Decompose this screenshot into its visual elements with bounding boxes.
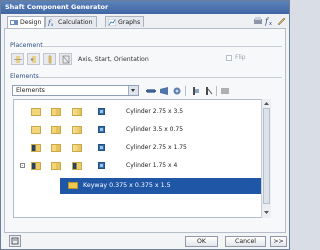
fillet-feature-icon [72, 144, 82, 152]
chamfer-feature-icon [31, 108, 41, 116]
tree-row[interactable]: Cylinder 3.5 x 0.75 [14, 124, 262, 138]
axis-button[interactable] [11, 53, 24, 65]
pencil-icon[interactable] [277, 16, 287, 26]
tab-calculation-label: Calculation [58, 19, 93, 26]
cylinder-icon [51, 126, 61, 134]
ok-button[interactable]: OK [185, 236, 218, 247]
groove-feature-icon [72, 162, 82, 170]
tree-row[interactable]: - Cylinder 1.75 x 4 [14, 160, 262, 174]
start-button[interactable] [27, 53, 40, 65]
svg-text:x: x [269, 21, 272, 26]
keyway-icon [68, 182, 78, 189]
elements-dropdown[interactable]: Elements [12, 85, 139, 96]
shaft-settings-icon[interactable] [253, 16, 263, 26]
fillet-feature-icon [72, 126, 82, 134]
toolbar-separator [185, 86, 186, 96]
sketch-button[interactable] [59, 53, 72, 65]
orientation-icon [48, 55, 52, 64]
tree-row-label: Cylinder 2.75 x 3.5 [126, 108, 184, 115]
flip-checkbox[interactable] [226, 55, 232, 61]
retaining-ring-icon [31, 144, 41, 152]
orientation-button[interactable] [43, 53, 56, 65]
flip-label: Flip [235, 54, 246, 61]
tab-design-label: Design [20, 19, 42, 26]
chevron-down-icon [128, 86, 138, 95]
cylinder-icon [51, 162, 61, 170]
elements-header: Elements [10, 73, 39, 80]
graphs-icon [108, 19, 116, 26]
section-icon [98, 162, 105, 169]
selected-row-label: Keyway 0.375 x 0.375 x 1.5 [83, 182, 171, 189]
insert-cone-icon[interactable] [159, 86, 169, 96]
tab-graphs-label: Graphs [118, 19, 141, 26]
window-title: Shaft Component Generator [1, 1, 289, 14]
cancel-button[interactable]: Cancel [225, 236, 266, 247]
elements-divider [39, 77, 282, 78]
insert-feature-icon[interactable] [172, 86, 182, 96]
toolbar-separator [216, 86, 217, 96]
sketch-icon [62, 55, 70, 64]
tree-row-label: Cylinder 2.75 x 1.75 [126, 144, 187, 151]
tree-row-selected[interactable]: Keyway 0.375 x 0.375 x 1.5 × [60, 178, 270, 194]
right-bore-icon[interactable] [203, 86, 213, 96]
help-icon [11, 237, 19, 245]
elements-dropdown-value: Elements [16, 87, 45, 94]
chamfer-feature-icon [31, 126, 41, 134]
placement-header: Placement [10, 42, 43, 49]
svg-text:x: x [51, 22, 54, 26]
more-button[interactable]: >> [270, 236, 287, 247]
section-icon [98, 126, 105, 133]
collapse-icon[interactable]: - [20, 163, 25, 168]
start-icon [30, 56, 36, 63]
retaining-ring-icon [31, 162, 41, 170]
tab-design[interactable]: Design [7, 16, 46, 28]
tree-row-label: Cylinder 1.75 x 4 [126, 162, 178, 169]
cylinder-icon [51, 108, 61, 116]
elements-tree: Cylinder 2.75 x 3.5 Cylinder 3.5 x 0.75 … [13, 99, 271, 218]
tab-calculation[interactable]: f x Calculation [45, 16, 97, 27]
insert-cylinder-icon[interactable] [146, 86, 156, 96]
left-bore-icon[interactable] [190, 86, 200, 96]
scroll-thumb[interactable] [263, 108, 270, 204]
parameters-icon[interactable]: f x [265, 16, 275, 26]
section-icon [98, 144, 105, 151]
tree-row[interactable]: Cylinder 2.75 x 1.75 [14, 142, 262, 156]
tree-row[interactable]: Cylinder 2.75 x 3.5 [14, 106, 262, 120]
tab-graphs[interactable]: Graphs [105, 16, 145, 27]
scroll-down-icon[interactable] [263, 209, 270, 216]
cylinder-icon [51, 144, 61, 152]
tree-scrollbar[interactable] [261, 99, 271, 218]
axis-icon [14, 56, 22, 63]
placement-caption: Axis, Start, Orientation [78, 56, 149, 63]
placement-divider [42, 46, 282, 47]
design-icon [10, 20, 18, 25]
calculation-icon: f x [48, 19, 54, 26]
tree-row-label: Cylinder 3.5 x 0.75 [126, 126, 184, 133]
help-button[interactable] [9, 235, 21, 247]
list-icon[interactable] [220, 86, 230, 96]
fillet-feature-icon [72, 108, 82, 116]
section-icon [98, 108, 105, 115]
shaft-generator-window: Shaft Component Generator Design f x Cal… [0, 0, 290, 250]
scroll-up-icon[interactable] [263, 100, 270, 107]
